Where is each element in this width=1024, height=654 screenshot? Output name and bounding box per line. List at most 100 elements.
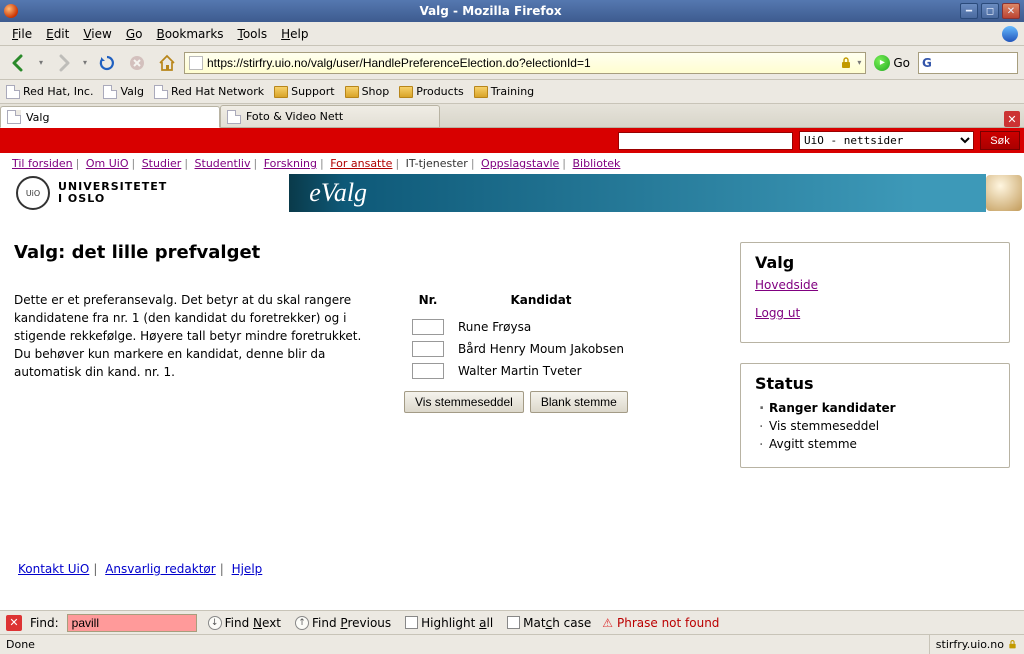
menu-edit[interactable]: Edit bbox=[40, 25, 75, 43]
link-hjelp[interactable]: Hjelp bbox=[232, 562, 263, 576]
status-secure: stirfry.uio.no bbox=[929, 635, 1018, 654]
menu-go[interactable]: Go bbox=[120, 25, 149, 43]
close-tab-button[interactable]: ✕ bbox=[1004, 111, 1020, 127]
find-next-button[interactable]: ↓Find Next bbox=[205, 616, 284, 630]
page-title: Valg: det lille prefvalget bbox=[14, 242, 700, 263]
page-icon bbox=[6, 85, 20, 99]
candidate-table: Nr. Kandidat Rune Frøysa Bård Henry Moum… bbox=[404, 291, 632, 383]
col-kandidat: Kandidat bbox=[452, 293, 630, 315]
back-button[interactable] bbox=[6, 50, 32, 76]
link-hovedside[interactable]: Hovedside bbox=[755, 278, 995, 292]
vis-stemmeseddel-button[interactable]: Vis stemmeseddel bbox=[404, 391, 524, 413]
page-icon bbox=[7, 110, 21, 124]
sidebox-valg: Valg Hovedside Logg ut bbox=[740, 242, 1010, 343]
maximize-button[interactable]: ◻ bbox=[981, 3, 999, 19]
search-engine-icon: G bbox=[922, 56, 936, 70]
back-dropdown[interactable]: ▾ bbox=[36, 50, 46, 76]
status-host: stirfry.uio.no bbox=[936, 638, 1004, 651]
page-icon bbox=[154, 85, 168, 99]
folder-icon bbox=[345, 86, 359, 98]
site-search-input[interactable] bbox=[618, 132, 793, 150]
find-input[interactable] bbox=[67, 614, 197, 632]
search-input[interactable] bbox=[939, 56, 1014, 70]
minimize-button[interactable]: ━ bbox=[960, 3, 978, 19]
status-text: Done bbox=[6, 638, 35, 651]
menu-help[interactable]: Help bbox=[275, 25, 314, 43]
tab-label: Foto & Video Nett bbox=[246, 110, 343, 123]
bookmark-shop[interactable]: Shop bbox=[345, 85, 390, 98]
find-next-icon: ↓ bbox=[208, 616, 222, 630]
page-content: UiO - nettsider Søk Til forsiden| Om UiO… bbox=[0, 128, 1024, 610]
find-not-found: ⚠Phrase not found bbox=[602, 616, 719, 630]
close-find-button[interactable]: ✕ bbox=[6, 615, 22, 631]
bookmark-support[interactable]: Support bbox=[274, 85, 334, 98]
stop-button[interactable] bbox=[124, 50, 150, 76]
find-label: Find: bbox=[30, 616, 59, 630]
folder-icon bbox=[274, 86, 288, 98]
bookmark-valg[interactable]: Valg bbox=[103, 85, 143, 99]
menu-file[interactable]: File bbox=[6, 25, 38, 43]
site-search-scope[interactable]: UiO - nettsider bbox=[799, 131, 974, 150]
url-input[interactable] bbox=[207, 56, 835, 70]
sidebox-status: Status Ranger kandidater Vis stemmesedde… bbox=[740, 363, 1010, 468]
bookmark-redhat[interactable]: Red Hat, Inc. bbox=[6, 85, 93, 99]
bookmark-training[interactable]: Training bbox=[474, 85, 534, 98]
crumb-forsiden[interactable]: Til forsiden bbox=[12, 157, 73, 170]
match-case-checkbox[interactable]: Match case bbox=[504, 616, 594, 630]
url-bar[interactable]: ▾ bbox=[184, 52, 866, 74]
rank-input-2[interactable] bbox=[412, 341, 444, 357]
tab-foto[interactable]: Foto & Video Nett bbox=[220, 105, 440, 127]
bookmark-rhn[interactable]: Red Hat Network bbox=[154, 85, 264, 99]
crumb-oppslagstavle[interactable]: Oppslagstavle bbox=[481, 157, 559, 170]
uio-name-line2: I OSLO bbox=[58, 193, 167, 205]
bookmark-products[interactable]: Products bbox=[399, 85, 464, 98]
crumb-foransatte[interactable]: For ansatte bbox=[330, 157, 392, 170]
crumb-omuio[interactable]: Om UiO bbox=[86, 157, 129, 170]
page-icon bbox=[227, 110, 241, 124]
rank-input-1[interactable] bbox=[412, 319, 444, 335]
candidate-row: Rune Frøysa bbox=[406, 317, 630, 337]
crumb-studentliv[interactable]: Studentliv bbox=[195, 157, 251, 170]
window-title: Valg - Mozilla Firefox bbox=[24, 4, 957, 18]
crumb-forskning[interactable]: Forskning bbox=[264, 157, 317, 170]
go-button[interactable]: ▸ Go bbox=[870, 55, 914, 71]
highlight-all-button[interactable]: Highlight all bbox=[402, 616, 496, 630]
uio-seal-icon: UiO bbox=[16, 176, 50, 210]
crumb-studier[interactable]: Studier bbox=[142, 157, 182, 170]
breadcrumb: Til forsiden| Om UiO| Studier| Studentli… bbox=[0, 153, 1024, 174]
menu-tools[interactable]: Tools bbox=[232, 25, 274, 43]
checkbox-icon bbox=[507, 616, 520, 629]
blank-stemme-button[interactable]: Blank stemme bbox=[530, 391, 628, 413]
window-titlebar: Valg - Mozilla Firefox ━ ◻ ✕ bbox=[0, 0, 1024, 22]
home-button[interactable] bbox=[154, 50, 180, 76]
menu-view[interactable]: View bbox=[77, 25, 117, 43]
menu-bar: File Edit View Go Bookmarks Tools Help bbox=[0, 22, 1024, 46]
lock-icon bbox=[839, 56, 853, 70]
crumb-ittjenester: IT-tjenester bbox=[406, 157, 468, 170]
sidebox-valg-heading: Valg bbox=[755, 253, 995, 272]
sidebox-status-heading: Status bbox=[755, 374, 995, 393]
tab-valg[interactable]: Valg bbox=[0, 106, 220, 128]
forward-button[interactable] bbox=[50, 50, 76, 76]
find-previous-button[interactable]: ↑Find Previous bbox=[292, 616, 394, 630]
warning-icon: ⚠ bbox=[602, 616, 613, 630]
site-search-bar: UiO - nettsider Søk bbox=[0, 128, 1024, 153]
candidate-name: Bård Henry Moum Jakobsen bbox=[452, 339, 630, 359]
search-box[interactable]: G bbox=[918, 52, 1018, 74]
link-ansvarlig[interactable]: Ansvarlig redaktør bbox=[105, 562, 216, 576]
forward-dropdown[interactable]: ▾ bbox=[80, 50, 90, 76]
site-search-button[interactable]: Søk bbox=[980, 131, 1020, 150]
find-prev-icon: ↑ bbox=[295, 616, 309, 630]
crumb-bibliotek[interactable]: Bibliotek bbox=[573, 157, 621, 170]
close-window-button[interactable]: ✕ bbox=[1002, 3, 1020, 19]
find-bar: ✕ Find: ↓Find Next ↑Find Previous Highli… bbox=[0, 610, 1024, 634]
reload-button[interactable] bbox=[94, 50, 120, 76]
url-dropdown[interactable]: ▾ bbox=[857, 58, 861, 67]
link-kontakt[interactable]: Kontakt UiO bbox=[18, 562, 89, 576]
menu-bookmarks[interactable]: Bookmarks bbox=[150, 25, 229, 43]
url-favicon-icon bbox=[189, 56, 203, 70]
page-icon bbox=[103, 85, 117, 99]
go-label: Go bbox=[893, 56, 910, 70]
link-loggut[interactable]: Logg ut bbox=[755, 306, 995, 320]
rank-input-3[interactable] bbox=[412, 363, 444, 379]
